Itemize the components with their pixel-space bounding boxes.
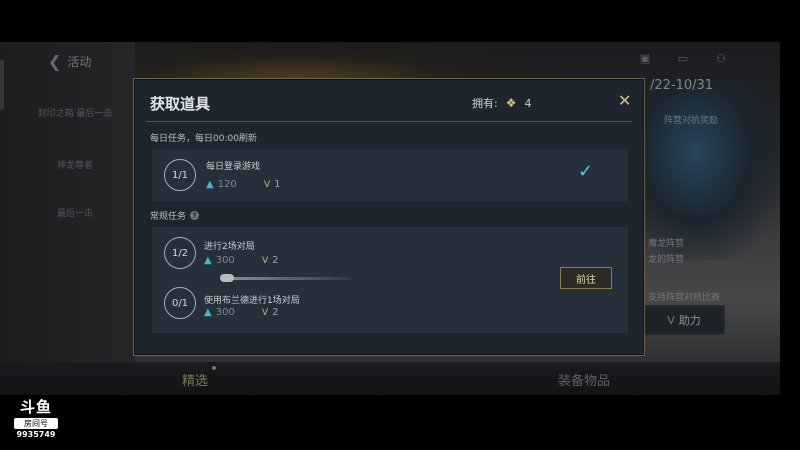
task-progress: 1/2 (164, 237, 196, 269)
task-reward-2: V 1 (264, 179, 281, 190)
room-label: 房间号 (14, 418, 58, 429)
reward-value: 300 (215, 307, 235, 318)
owned-label: 拥有: (472, 97, 498, 110)
stream-watermark: 斗鱼 房间号 9935749 (12, 396, 60, 439)
reward-value: 2 (272, 255, 279, 266)
regular-task-card: 1/2 进行2场对局 ▲ 300 V 2 0/1 使用布兰德进行1场对局 ▲ 3… (152, 227, 628, 333)
dialog-title: 获取道具 (150, 95, 211, 113)
task-reward-2: V 2 (262, 255, 279, 266)
reward-value: 120 (217, 179, 237, 190)
regular-section-title: 常规任务 (150, 212, 187, 222)
progress-track (222, 277, 350, 280)
check-icon: ✓ (578, 161, 594, 182)
reward-value: 2 (272, 307, 279, 318)
task-name: 每日登录游戏 (206, 162, 261, 172)
token-icon: V (262, 307, 269, 318)
owned-value: 4 (524, 96, 532, 110)
close-icon[interactable]: ✕ (618, 91, 631, 110)
room-id: 9935749 (16, 430, 56, 439)
go-button[interactable]: 前往 (560, 267, 612, 289)
owned-count: 拥有: ❖ 4 (472, 95, 531, 111)
task-reward-1: ▲ 300 (204, 307, 235, 318)
top-letterbox (0, 0, 780, 42)
task-reward-2: V 2 (262, 307, 279, 318)
task-progress: 0/1 (164, 287, 196, 319)
essence-icon: ▲ (206, 179, 214, 190)
task-reward-1: ▲ 120 (206, 179, 237, 190)
reward-value: 1 (274, 179, 281, 190)
task-reward-1: ▲ 300 (204, 255, 235, 266)
progress-knob (220, 274, 234, 282)
token-icon: V (264, 179, 271, 190)
token-icon: ❖ (505, 96, 517, 110)
daily-section-label: 每日任务，每日00:00刷新 (150, 134, 257, 144)
douyu-logo: 斗鱼 (19, 398, 52, 416)
token-icon: V (262, 255, 269, 266)
game-screen: ❮ 活动 封印之箱 最后一击 神龙尊者 最后一击 ▣ ▭ ⚇ /22-10/31… (0, 0, 780, 395)
essence-icon: ▲ (204, 307, 212, 318)
essence-icon: ▲ (204, 255, 212, 266)
task-name: 进行2场对局 (204, 242, 255, 252)
task-progress: 1/1 (164, 159, 196, 191)
daily-task-card: 1/1 每日登录游戏 ▲ 120 V 1 ✓ (152, 149, 628, 201)
help-icon[interactable]: ? (190, 211, 200, 220)
reward-value: 300 (215, 255, 235, 266)
regular-section-label: 常规任务 ? (150, 209, 200, 222)
divider (146, 121, 632, 122)
get-items-dialog: 获取道具 拥有: ❖ 4 ✕ 每日任务，每日00:00刷新 1/1 每日登录游戏… (133, 78, 645, 356)
task-name: 使用布兰德进行1场对局 (204, 296, 300, 306)
